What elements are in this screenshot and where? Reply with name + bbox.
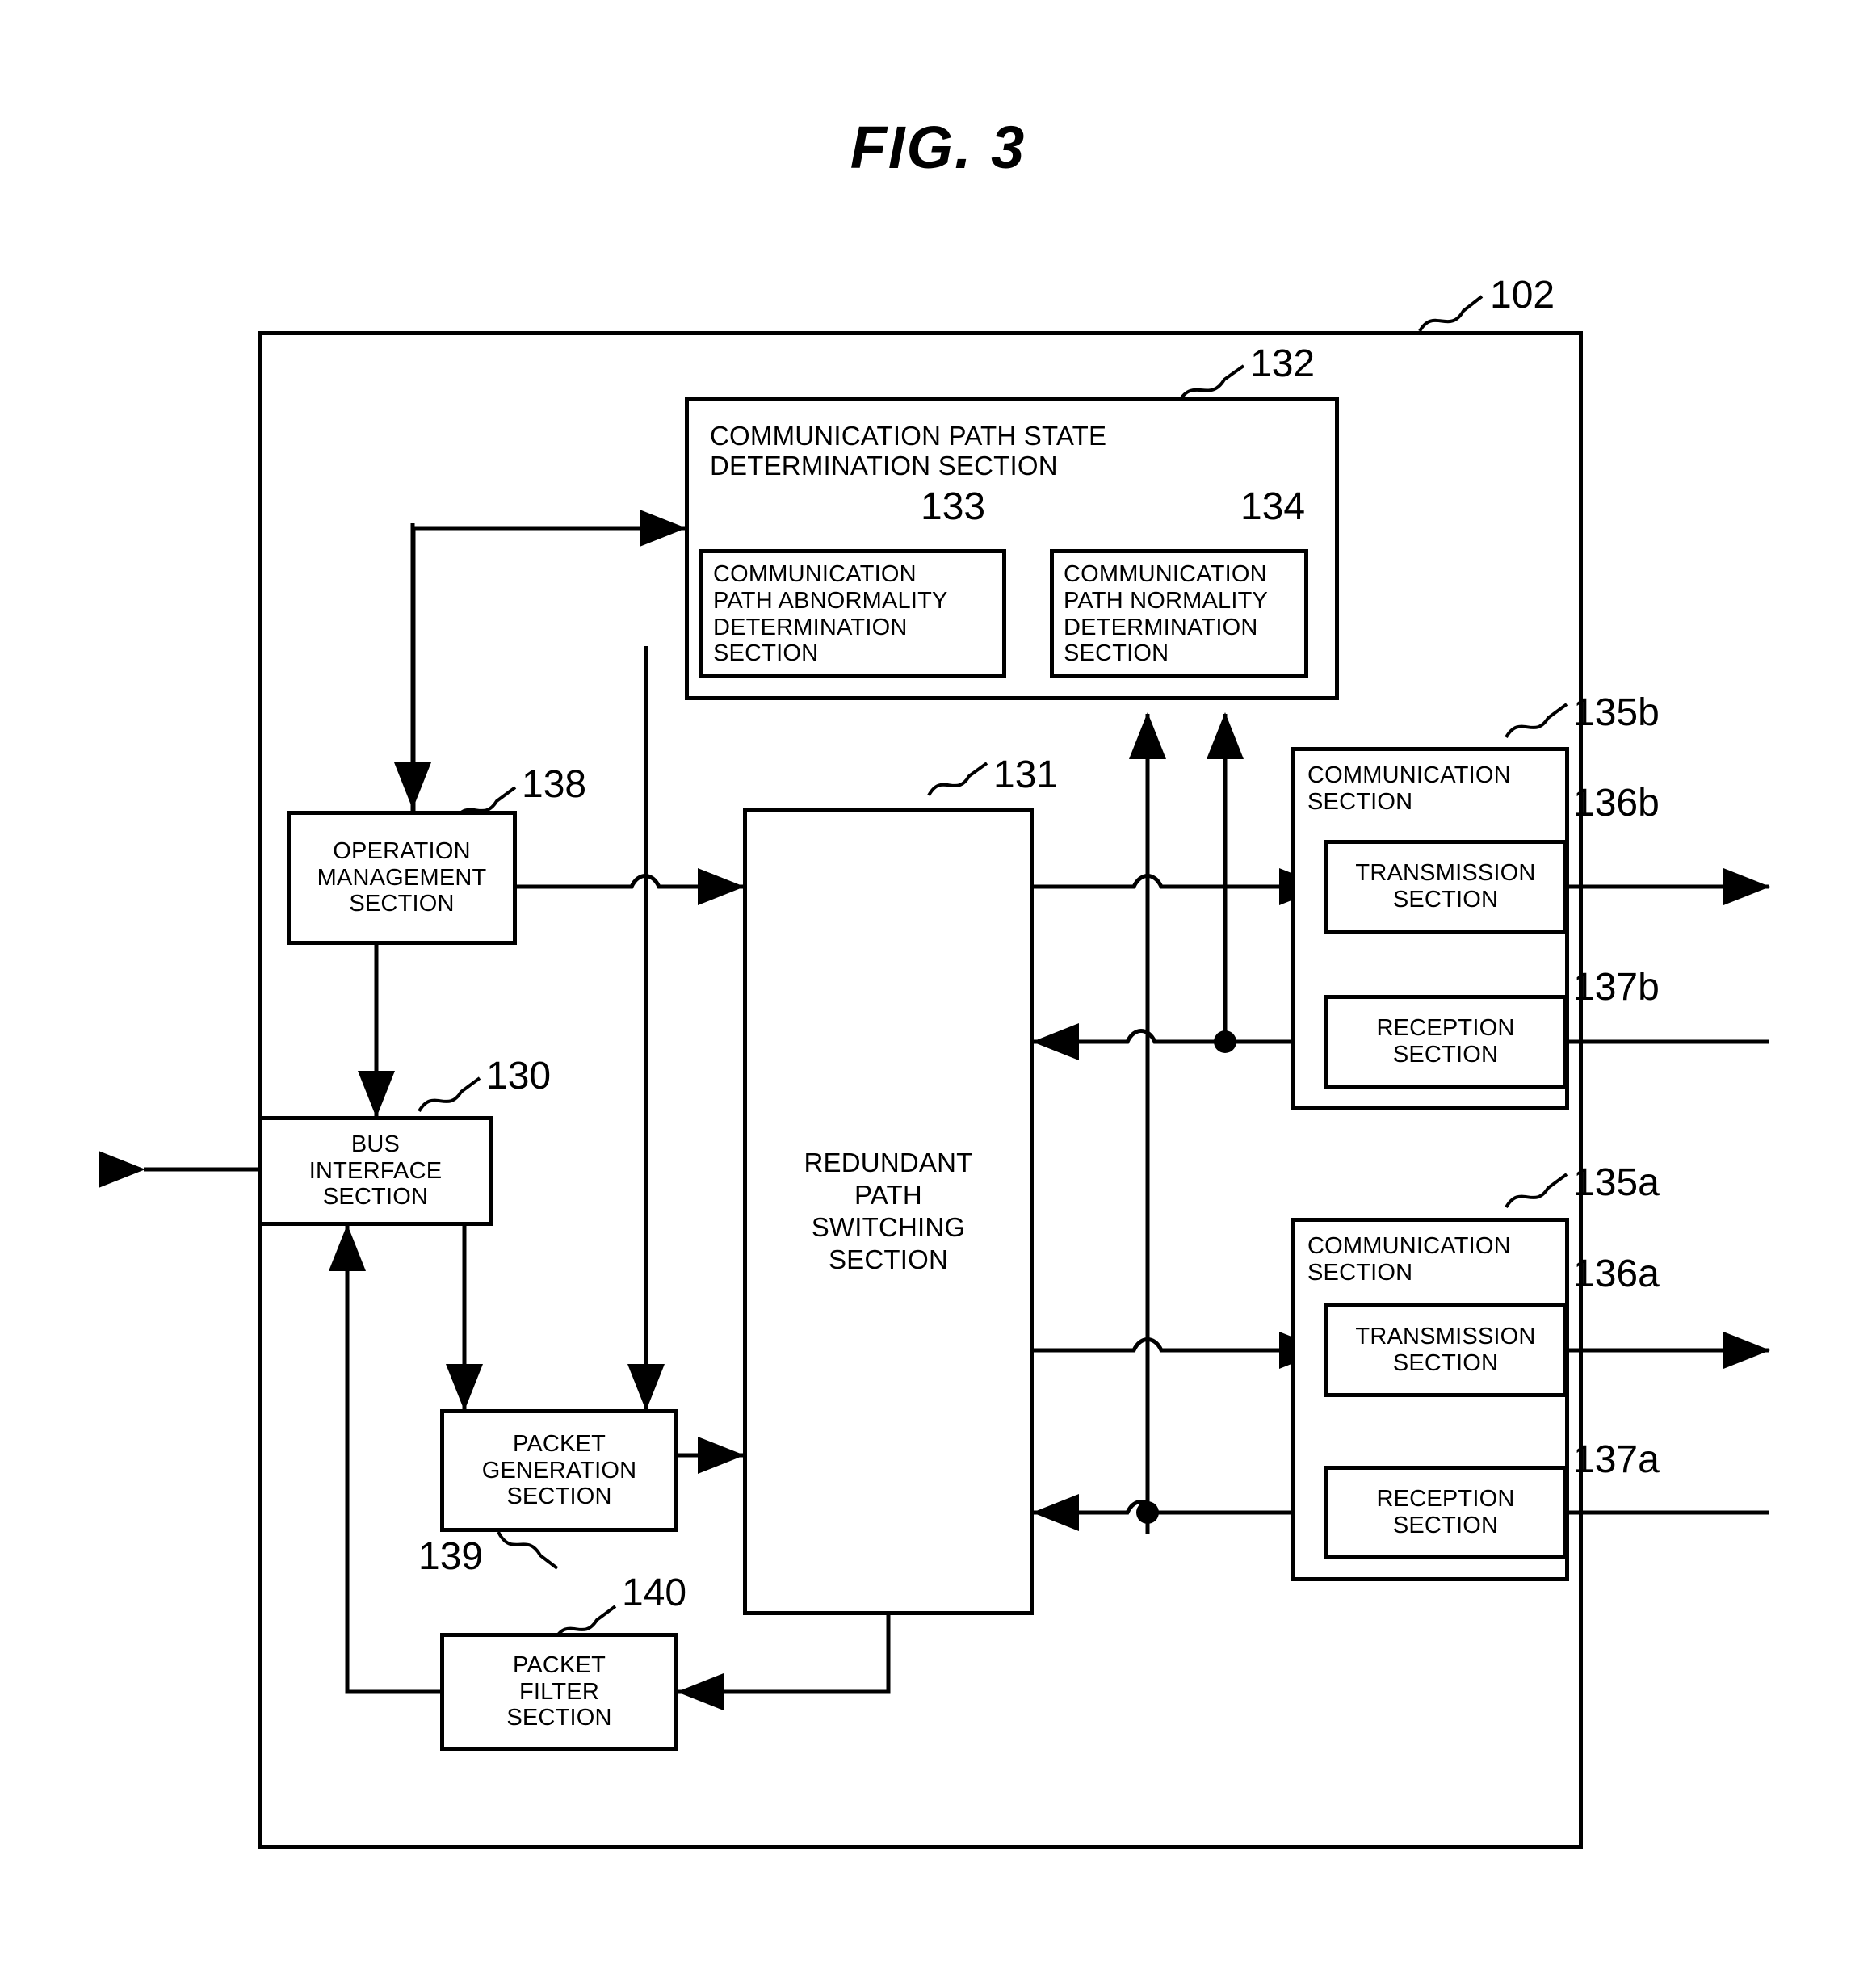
ref-135b: 135b bbox=[1573, 691, 1660, 734]
reception-section-b: RECEPTION SECTION bbox=[1324, 995, 1567, 1089]
redundant-path-switching-section: REDUNDANT PATH SWITCHING SECTION bbox=[743, 808, 1034, 1615]
ref-140: 140 bbox=[622, 1572, 687, 1614]
communication-section-a-label: COMMUNICATION SECTION bbox=[1307, 1233, 1511, 1286]
ref-136a: 136a bbox=[1573, 1253, 1660, 1295]
ref-131: 131 bbox=[993, 753, 1059, 796]
ref-102: 102 bbox=[1490, 274, 1555, 317]
packet-filter-section-label: PACKET FILTER SECTION bbox=[506, 1651, 612, 1731]
communication-path-abnormality-determination-section-label: COMMUNICATION PATH ABNORMALITY DETERMINA… bbox=[713, 561, 948, 667]
ref-137a: 137a bbox=[1573, 1438, 1660, 1481]
transmission-section-b: TRANSMISSION SECTION bbox=[1324, 840, 1567, 934]
patent-figure: FIG. 3 102 COMMUNICATION PATH STATE DETE… bbox=[0, 0, 1876, 1964]
ref-137b: 137b bbox=[1573, 966, 1660, 1009]
reception-section-b-label: RECEPTION SECTION bbox=[1376, 1015, 1515, 1068]
ref-138: 138 bbox=[522, 763, 587, 806]
communication-path-abnormality-determination-section: COMMUNICATION PATH ABNORMALITY DETERMINA… bbox=[699, 549, 1006, 678]
communication-section-b-label: COMMUNICATION SECTION bbox=[1307, 762, 1511, 815]
transmission-section-b-label: TRANSMISSION SECTION bbox=[1355, 860, 1536, 913]
ref-133: 133 bbox=[921, 485, 986, 528]
bus-interface-section-label: BUS INTERFACE SECTION bbox=[308, 1131, 443, 1211]
operation-management-section-label: OPERATION MANAGEMENT SECTION bbox=[317, 837, 487, 917]
operation-management-section: OPERATION MANAGEMENT SECTION bbox=[287, 811, 517, 945]
ref-134: 134 bbox=[1240, 485, 1306, 528]
packet-generation-section-label: PACKET GENERATION SECTION bbox=[481, 1430, 637, 1510]
packet-filter-section: PACKET FILTER SECTION bbox=[440, 1633, 678, 1751]
transmission-section-a-label: TRANSMISSION SECTION bbox=[1355, 1324, 1536, 1376]
ref-132: 132 bbox=[1250, 342, 1316, 385]
redundant-path-switching-section-label: REDUNDANT PATH SWITCHING SECTION bbox=[804, 1147, 973, 1275]
communication-path-normality-determination-section: COMMUNICATION PATH NORMALITY DETERMINATI… bbox=[1050, 549, 1308, 678]
ref-135a: 135a bbox=[1573, 1161, 1660, 1204]
ref-139: 139 bbox=[418, 1535, 484, 1578]
figure-title: FIG. 3 bbox=[850, 114, 1026, 181]
bus-interface-section: BUS INTERFACE SECTION bbox=[258, 1116, 493, 1226]
communication-path-normality-determination-section-label: COMMUNICATION PATH NORMALITY DETERMINATI… bbox=[1064, 561, 1269, 667]
reception-section-a: RECEPTION SECTION bbox=[1324, 1466, 1567, 1559]
packet-generation-section: PACKET GENERATION SECTION bbox=[440, 1409, 678, 1532]
ref-136b: 136b bbox=[1573, 782, 1660, 825]
ref-130: 130 bbox=[486, 1055, 552, 1097]
transmission-section-a: TRANSMISSION SECTION bbox=[1324, 1303, 1567, 1397]
communication-path-state-determination-section-label: COMMUNICATION PATH STATE DETERMINATION S… bbox=[710, 421, 1107, 481]
reception-section-a-label: RECEPTION SECTION bbox=[1376, 1486, 1515, 1538]
